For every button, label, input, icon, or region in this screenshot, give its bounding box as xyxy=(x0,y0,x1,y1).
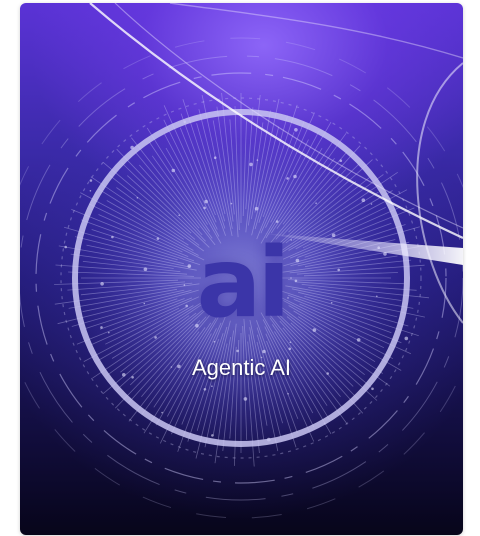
sparkle-dot xyxy=(361,198,366,202)
sparkle-dot xyxy=(213,156,217,159)
sparkle-dot xyxy=(254,206,259,211)
ai-logo: ai xyxy=(196,227,291,339)
sparkle-dot xyxy=(211,434,214,437)
sparkle-dot xyxy=(136,197,139,199)
sparkle-dot xyxy=(154,336,157,339)
sparkle-dot xyxy=(161,411,163,414)
sparkle-dot xyxy=(89,190,92,192)
sparkle-dot xyxy=(171,168,176,173)
sparkle-dot xyxy=(404,336,409,341)
sparkle-dot xyxy=(294,128,298,132)
sparkle-dot xyxy=(315,202,317,204)
sparkle-dot xyxy=(108,331,110,334)
sparkle-dot xyxy=(204,199,208,204)
sparkle-dot xyxy=(211,385,213,388)
sparkle-dot xyxy=(356,338,361,342)
sparkle-dot xyxy=(230,202,233,205)
sparkle-dot xyxy=(203,388,207,391)
sparkle-dot xyxy=(288,347,292,351)
sparkle-dot xyxy=(293,174,297,179)
sparkle-dot xyxy=(256,159,259,161)
sparkle-dot xyxy=(262,349,266,354)
sparkle-dot xyxy=(213,340,216,343)
card-title: Agentic AI xyxy=(191,355,292,380)
sparkle-dot xyxy=(371,387,374,391)
sparkle-dot xyxy=(286,177,289,180)
sparkle-dot xyxy=(203,206,206,210)
sparkle-dot xyxy=(370,203,373,205)
sparkle-dot xyxy=(287,393,289,395)
sparkle-dot xyxy=(89,179,93,182)
sparkle-dot xyxy=(236,349,239,353)
sparkle-dot xyxy=(275,220,279,223)
sparkle-dot xyxy=(339,159,343,162)
sparkle-dot xyxy=(289,341,292,344)
sparkle-dot xyxy=(249,162,253,167)
sparkle-dot xyxy=(178,214,180,217)
sparkle-dot xyxy=(243,397,248,401)
agentic-ai-card[interactable]: ai Agentic AI xyxy=(20,3,463,535)
